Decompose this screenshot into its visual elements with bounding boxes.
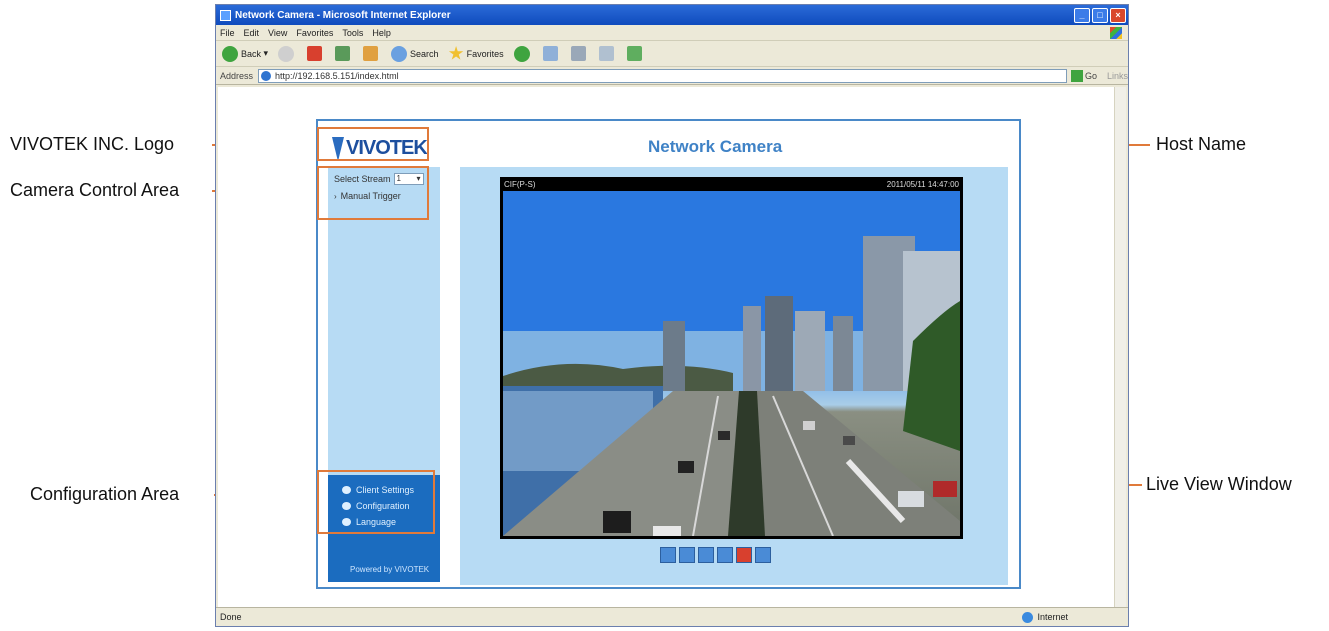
logo-highlight (317, 127, 429, 161)
fullscreen-icon[interactable] (755, 547, 771, 563)
go-label: Go (1084, 70, 1097, 81)
home-button[interactable] (363, 46, 381, 61)
camera-feed-image (503, 191, 960, 536)
close-button[interactable]: × (1110, 7, 1126, 23)
windows-logo-icon (1110, 26, 1122, 39)
go-icon (1070, 69, 1083, 82)
messenger-icon (626, 46, 642, 61)
host-name: Network Camera (648, 137, 783, 156)
menu-bar: File Edit View Favorites Tools Help (216, 25, 1128, 41)
links-label[interactable]: Links (1107, 71, 1128, 81)
stop-button[interactable] (307, 46, 325, 61)
print-button[interactable] (570, 46, 589, 61)
go-button[interactable]: Go (1070, 69, 1097, 82)
snapshot-icon[interactable] (660, 547, 676, 563)
history-icon (513, 45, 530, 62)
security-zone: Internet (1022, 611, 1068, 623)
menu-help[interactable]: Help (372, 28, 391, 38)
refresh-button[interactable] (335, 46, 353, 61)
back-label: Back (241, 48, 262, 59)
ie-icon (220, 9, 231, 21)
video-info-bar: CIF(P-S) 2011/05/11 14:47:00 (500, 177, 963, 191)
address-label: Address (220, 70, 254, 81)
maximize-button[interactable]: □ (1092, 7, 1108, 23)
zone-label: Internet (1037, 612, 1068, 622)
mail-button[interactable] (542, 46, 561, 61)
pause-icon[interactable] (698, 547, 714, 563)
video-controls (660, 547, 774, 563)
search-button[interactable]: Search (391, 45, 439, 62)
minimize-button[interactable]: _ (1074, 7, 1090, 23)
forward-button[interactable] (278, 45, 297, 62)
refresh-icon (335, 46, 351, 61)
search-label: Search (410, 48, 439, 59)
history-button[interactable] (513, 45, 533, 62)
window-title: Network Camera - Microsoft Internet Expl… (235, 9, 451, 21)
address-value: http://192.168.5.151/index.html (275, 70, 399, 81)
vertical-scrollbar[interactable] (1114, 87, 1126, 607)
video-format: CIF(P-S) (504, 179, 536, 189)
edit-icon (598, 46, 614, 61)
stop-video-icon[interactable] (717, 547, 733, 563)
annotation-configuration: Configuration Area (30, 484, 180, 504)
back-button[interactable]: Back ▾ (222, 45, 268, 62)
live-view-panel: CIF(P-S) 2011/05/11 14:47:00 (460, 167, 1008, 585)
configuration-highlight (317, 470, 435, 534)
search-icon (391, 45, 408, 62)
powered-by: Powered by VIVOTEK (350, 565, 430, 574)
address-bar: Address http://192.168.5.151/index.html … (216, 67, 1128, 85)
messenger-button[interactable] (626, 46, 645, 61)
toolbar: Back ▾ Search Favorites (216, 41, 1128, 67)
annotation-live-view: Live View Window (1146, 474, 1292, 494)
menu-file[interactable]: File (220, 28, 235, 38)
back-icon (222, 45, 238, 62)
forward-icon (278, 45, 295, 62)
video-timestamp: 2011/05/11 14:47:00 (886, 179, 959, 189)
print-icon (570, 46, 586, 61)
status-bar: Done Internet (216, 607, 1128, 626)
title-bar: Network Camera - Microsoft Internet Expl… (216, 5, 1128, 25)
annotation-host-name: Host Name (1156, 134, 1247, 154)
camera-control-highlight (317, 166, 429, 220)
edit-button[interactable] (598, 46, 617, 61)
city-scene (503, 191, 960, 536)
zoom-icon[interactable] (679, 547, 695, 563)
favorites-icon (448, 46, 464, 60)
favorites-button[interactable]: Favorites (448, 46, 504, 61)
record-icon[interactable] (736, 547, 752, 563)
live-view-window[interactable]: CIF(P-S) 2011/05/11 14:47:00 (500, 177, 963, 539)
menu-favorites[interactable]: Favorites (296, 28, 333, 38)
favorites-label: Favorites (466, 48, 504, 59)
menu-tools[interactable]: Tools (342, 28, 363, 38)
annotation-logo: VIVOTEK INC. Logo (10, 134, 175, 154)
annotation-camera-control: Camera Control Area (10, 180, 180, 200)
mail-icon (542, 46, 558, 61)
page-icon (261, 70, 272, 81)
menu-edit[interactable]: Edit (244, 28, 260, 38)
address-input[interactable]: http://192.168.5.151/index.html (258, 68, 1067, 83)
globe-icon (1022, 611, 1034, 623)
menu-view[interactable]: View (268, 28, 287, 38)
home-icon (363, 46, 379, 61)
status-text: Done (220, 612, 242, 622)
stop-icon (307, 46, 323, 61)
